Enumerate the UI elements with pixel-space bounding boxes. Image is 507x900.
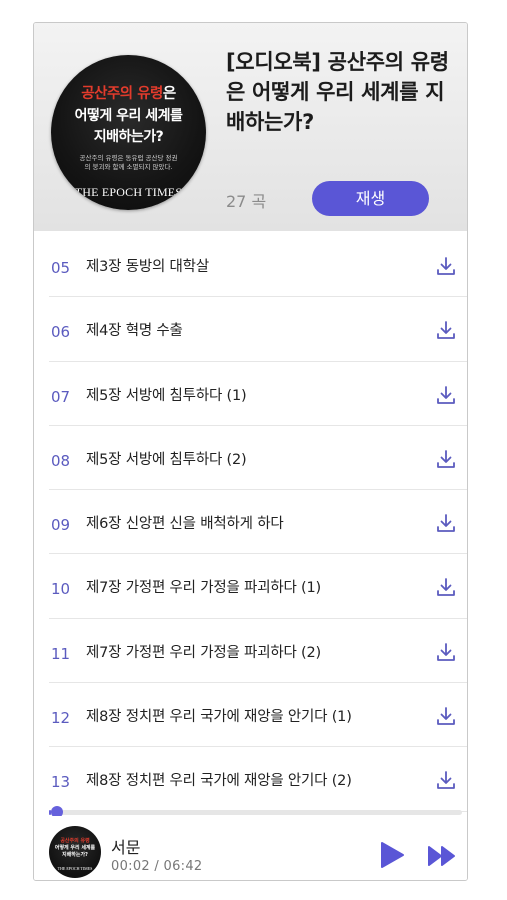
track-title: 제8장 정치편 우리 국가에 재앙을 안기다 (1) [86,709,352,726]
download-icon[interactable] [435,319,457,341]
cover-title-suffix: 은 [162,86,176,102]
play-all-button[interactable]: 재생 [312,181,429,216]
track-row[interactable]: 13 제8장 정치편 우리 국가에 재앙을 안기다 (2) [49,747,467,812]
track-number: 05 [51,259,71,277]
download-icon[interactable] [435,255,457,277]
next-button[interactable] [427,843,457,869]
play-icon [381,842,404,868]
track-row[interactable]: 06 제4장 혁명 수출 [49,297,467,362]
track-number: 08 [51,451,71,470]
playback-progress-bar[interactable] [49,806,462,818]
now-playing-title: 서문 [111,838,141,857]
track-number: 09 [51,516,71,535]
track-title: 제7장 가정편 우리 가정을 파괴하다 (2) [86,644,321,661]
download-icon[interactable] [435,641,457,663]
download-icon[interactable] [435,512,457,534]
download-icon[interactable] [435,448,457,470]
track-row[interactable]: 07 제5장 서방에 침투하다 (1) [49,362,467,426]
track-title: 제6장 신앙편 신을 배척하게 하다 [86,516,284,533]
track-row[interactable]: 05 제3장 동방의 대학살 [49,233,467,298]
track-number: 13 [51,773,71,792]
cover-title-red: 공산주의 유령 [81,86,163,102]
track-row[interactable]: 09 제6장 신앙편 신을 배척하게 하다 [49,490,467,555]
track-row[interactable]: 10 제7장 가정편 우리 가정을 파괴하다 (1) [49,554,467,619]
track-number: 07 [51,387,71,406]
download-icon[interactable] [435,384,457,406]
download-icon[interactable] [435,705,457,727]
mini-player: 공산주의 유령 어떻게 우리 세계를 지배하는가? THE EPOCH TIME… [34,816,467,880]
track-count: 27 곡 [226,192,267,211]
cover-title-line3: 지배하는가? [93,129,164,145]
album-title: [오디오북] 공산주의 유령은 어떻게 우리 세계를 지배하는가? [226,50,449,134]
download-icon[interactable] [435,576,457,598]
mini-cover-title-line3: 지배하는가? [62,852,88,858]
mini-cover-brand: THE EPOCH TIMES [57,866,93,871]
mini-cover-title-line2: 어떻게 우리 세계를 [54,845,96,851]
now-playing-cover: 공산주의 유령 어떻게 우리 세계를 지배하는가? THE EPOCH TIME… [49,826,101,878]
cover-title-line2: 어떻게 우리 세계를 [74,108,183,124]
track-title: 제4장 혁명 수출 [86,323,183,340]
album-cover: 공산주의 유령은 어떻게 우리 세계를 지배하는가? 공산주의 유령은 동유럽 … [51,55,206,210]
play-button[interactable] [376,840,406,870]
track-row[interactable]: 12 제8장 정치편 우리 국가에 재앙을 안기다 (1) [49,683,467,748]
track-title: 제3장 동방의 대학살 [86,259,209,275]
track-number: 11 [51,644,71,663]
track-row[interactable]: 11 제7장 가정편 우리 가정을 파괴하다 (2) [49,619,467,684]
track-number: 12 [51,709,71,728]
cover-subtitle: 공산주의 유령은 동유럽 공산당 정권의 붕괴와 함께 소멸되지 않았다. [79,154,178,171]
track-title: 제8장 정치편 우리 국가에 재앙을 안기다 (2) [86,773,352,790]
track-list: 05 제3장 동방의 대학살 06 제4장 혁명 수출 07 제5장 서방에 침투하다 (… [49,233,467,812]
now-playing-time: 00:02 / 06:42 [111,859,203,874]
track-title: 제7장 가정편 우리 가정을 파괴하다 (1) [86,580,321,597]
download-icon[interactable] [435,769,457,791]
mini-cover-title-red: 공산주의 유령 [60,838,90,844]
track-title: 제5장 서방에 침투하다 (2) [86,451,247,468]
cover-brand-logo: THE EPOCH TIMES [74,185,183,199]
fast-forward-icon [428,846,455,866]
app-window: 공산주의 유령은 어떻게 우리 세계를 지배하는가? 공산주의 유령은 동유럽 … [33,22,468,881]
track-title: 제5장 서방에 침투하다 (1) [86,387,247,404]
track-number: 06 [51,323,71,342]
track-number: 10 [51,580,71,599]
album-header: 공산주의 유령은 어떻게 우리 세계를 지배하는가? 공산주의 유령은 동유럽 … [34,23,467,231]
track-row[interactable]: 08 제5장 서방에 침투하다 (2) [49,426,467,491]
